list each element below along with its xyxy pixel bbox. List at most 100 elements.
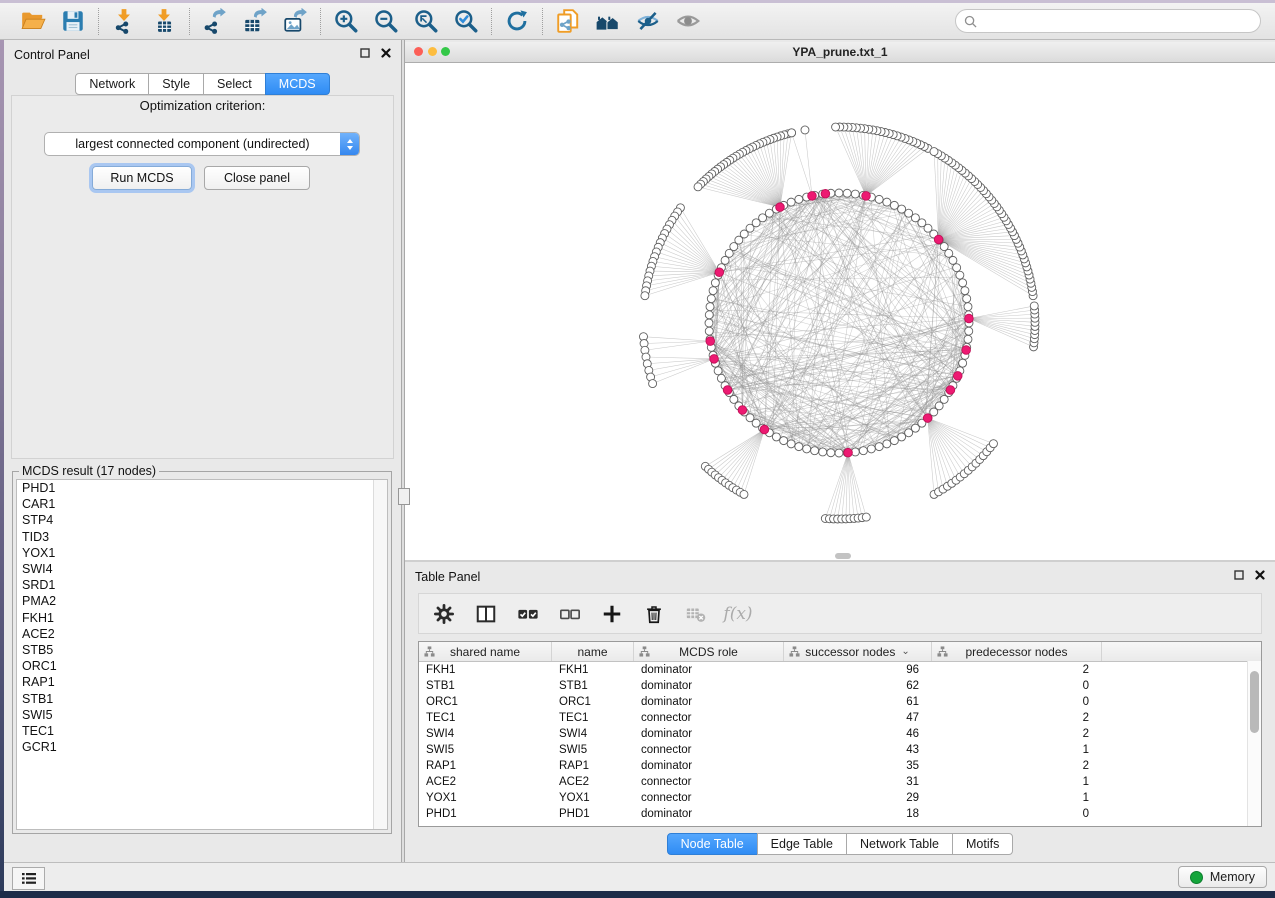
show-all-icon[interactable] bbox=[674, 7, 702, 35]
column-header-predecessor-nodes[interactable]: predecessor nodes bbox=[932, 642, 1102, 661]
table-row[interactable]: YOX1YOX1connector291 bbox=[419, 790, 1261, 806]
zoom-in-icon[interactable] bbox=[332, 7, 360, 35]
mcds-result-title: MCDS result (17 nodes) bbox=[19, 464, 159, 478]
tab-motifs[interactable]: Motifs bbox=[952, 833, 1013, 855]
result-node[interactable]: STB1 bbox=[17, 691, 387, 707]
table-row[interactable]: TEC1TEC1connector472 bbox=[419, 710, 1261, 726]
cell: TEC1 bbox=[552, 712, 634, 724]
result-node[interactable]: RAP1 bbox=[17, 674, 387, 690]
dropdown-stepper-icon bbox=[340, 133, 359, 155]
tab-node-table[interactable]: Node Table bbox=[667, 833, 758, 855]
table-row[interactable]: SWI4SWI4dominator462 bbox=[419, 726, 1261, 742]
export-network-icon[interactable] bbox=[201, 7, 229, 35]
close-panel-button[interactable]: Close panel bbox=[204, 166, 310, 190]
cell: PHD1 bbox=[552, 808, 634, 820]
run-mcds-button[interactable]: Run MCDS bbox=[92, 166, 192, 190]
column-header-successor-nodes[interactable]: successor nodes⌄ bbox=[784, 642, 932, 661]
select-all-icon[interactable] bbox=[515, 601, 541, 627]
add-column-icon[interactable] bbox=[599, 601, 625, 627]
column-header-MCDS-role[interactable]: MCDS role bbox=[634, 642, 784, 661]
result-node[interactable]: PHD1 bbox=[17, 480, 387, 496]
deselect-all-icon[interactable] bbox=[557, 601, 583, 627]
window-maximize-icon[interactable] bbox=[441, 47, 450, 56]
export-image-icon[interactable] bbox=[281, 7, 309, 35]
result-node[interactable]: SRD1 bbox=[17, 577, 387, 593]
table-vscrollbar-thumb[interactable] bbox=[1250, 671, 1259, 733]
delete-column-icon[interactable] bbox=[641, 601, 667, 627]
show-columns-icon[interactable] bbox=[473, 601, 499, 627]
tab-select[interactable]: Select bbox=[203, 73, 266, 95]
memory-status-icon bbox=[1190, 871, 1203, 884]
memory-button[interactable]: Memory bbox=[1178, 866, 1267, 888]
export-table-icon[interactable] bbox=[241, 7, 269, 35]
cell: SWI5 bbox=[419, 744, 552, 756]
splitter-grip[interactable] bbox=[398, 488, 410, 505]
node-table-body: FKH1FKH1dominator962STB1STB1dominator620… bbox=[419, 662, 1261, 822]
cell: connector bbox=[634, 792, 784, 804]
window-minimize-icon[interactable] bbox=[428, 47, 437, 56]
tab-edge-table[interactable]: Edge Table bbox=[757, 833, 847, 855]
control-panel-title: Control Panel bbox=[14, 48, 90, 62]
column-header-name[interactable]: name bbox=[552, 642, 634, 661]
result-node[interactable]: STB5 bbox=[17, 642, 387, 658]
close-panel-icon[interactable] bbox=[381, 48, 391, 58]
settings-gear-icon[interactable] bbox=[431, 601, 457, 627]
network-hscrollbar-thumb[interactable] bbox=[835, 553, 851, 559]
result-node[interactable]: SWI4 bbox=[17, 561, 387, 577]
result-list-scrollbar[interactable] bbox=[373, 480, 387, 829]
search-input[interactable] bbox=[983, 13, 1252, 29]
float-table-panel-icon[interactable] bbox=[1234, 570, 1244, 580]
result-node[interactable]: ACE2 bbox=[17, 626, 387, 642]
result-node[interactable]: FKH1 bbox=[17, 610, 387, 626]
result-node[interactable]: TID3 bbox=[17, 529, 387, 545]
search-box[interactable] bbox=[955, 9, 1261, 33]
result-node[interactable]: CAR1 bbox=[17, 496, 387, 512]
tab-network-table[interactable]: Network Table bbox=[846, 833, 953, 855]
network-window: YPA_prune.txt_1 bbox=[405, 42, 1275, 560]
refresh-view-icon[interactable] bbox=[503, 7, 531, 35]
result-node[interactable]: GCR1 bbox=[17, 739, 387, 755]
table-row[interactable]: SWI5SWI5connector431 bbox=[419, 742, 1261, 758]
window-close-icon[interactable] bbox=[414, 47, 423, 56]
open-file-icon[interactable] bbox=[19, 7, 47, 35]
table-row[interactable]: ACE2ACE2connector311 bbox=[419, 774, 1261, 790]
import-table-icon[interactable] bbox=[150, 7, 178, 35]
table-row[interactable]: STB1STB1dominator620 bbox=[419, 678, 1261, 694]
tab-mcds[interactable]: MCDS bbox=[265, 73, 330, 95]
table-row[interactable]: PHD1PHD1dominator180 bbox=[419, 806, 1261, 822]
table-row[interactable]: FKH1FKH1dominator962 bbox=[419, 662, 1261, 678]
cell: 0 bbox=[932, 696, 1102, 708]
cell: ACE2 bbox=[419, 776, 552, 788]
task-history-button[interactable] bbox=[12, 867, 45, 890]
tab-style[interactable]: Style bbox=[148, 73, 204, 95]
network-window-titlebar[interactable]: YPA_prune.txt_1 bbox=[405, 42, 1275, 63]
network-canvas[interactable] bbox=[405, 63, 1275, 560]
cell: 1 bbox=[932, 776, 1102, 788]
result-node[interactable]: YOX1 bbox=[17, 545, 387, 561]
table-vscrollbar[interactable] bbox=[1247, 661, 1261, 826]
zoom-fit-icon[interactable] bbox=[412, 7, 440, 35]
result-node[interactable]: PMA2 bbox=[17, 593, 387, 609]
close-table-panel-icon[interactable] bbox=[1255, 570, 1265, 580]
tab-network[interactable]: Network bbox=[75, 73, 149, 95]
zoom-out-icon[interactable] bbox=[372, 7, 400, 35]
duplicate-network-icon[interactable] bbox=[554, 7, 582, 35]
result-node[interactable]: STP4 bbox=[17, 512, 387, 528]
cell: RAP1 bbox=[552, 760, 634, 772]
table-row[interactable]: RAP1RAP1dominator352 bbox=[419, 758, 1261, 774]
result-node[interactable]: TEC1 bbox=[17, 723, 387, 739]
save-session-icon[interactable] bbox=[59, 7, 87, 35]
criterion-dropdown[interactable]: largest connected component (undirected) bbox=[44, 132, 360, 156]
result-node[interactable]: SWI5 bbox=[17, 707, 387, 723]
result-node[interactable]: ORC1 bbox=[17, 658, 387, 674]
import-network-icon[interactable] bbox=[110, 7, 138, 35]
network-graph[interactable] bbox=[405, 63, 1275, 560]
first-neighbors-icon[interactable] bbox=[594, 7, 622, 35]
float-panel-icon[interactable] bbox=[360, 48, 370, 58]
column-header-shared-name[interactable]: shared name bbox=[419, 642, 552, 661]
table-row[interactable]: ORC1ORC1dominator610 bbox=[419, 694, 1261, 710]
cell: dominator bbox=[634, 808, 784, 820]
zoom-selected-icon[interactable] bbox=[452, 7, 480, 35]
hide-selected-icon[interactable] bbox=[634, 7, 662, 35]
mcds-result-list[interactable]: PHD1CAR1STP4TID3YOX1SWI4SRD1PMA2FKH1ACE2… bbox=[16, 479, 388, 830]
